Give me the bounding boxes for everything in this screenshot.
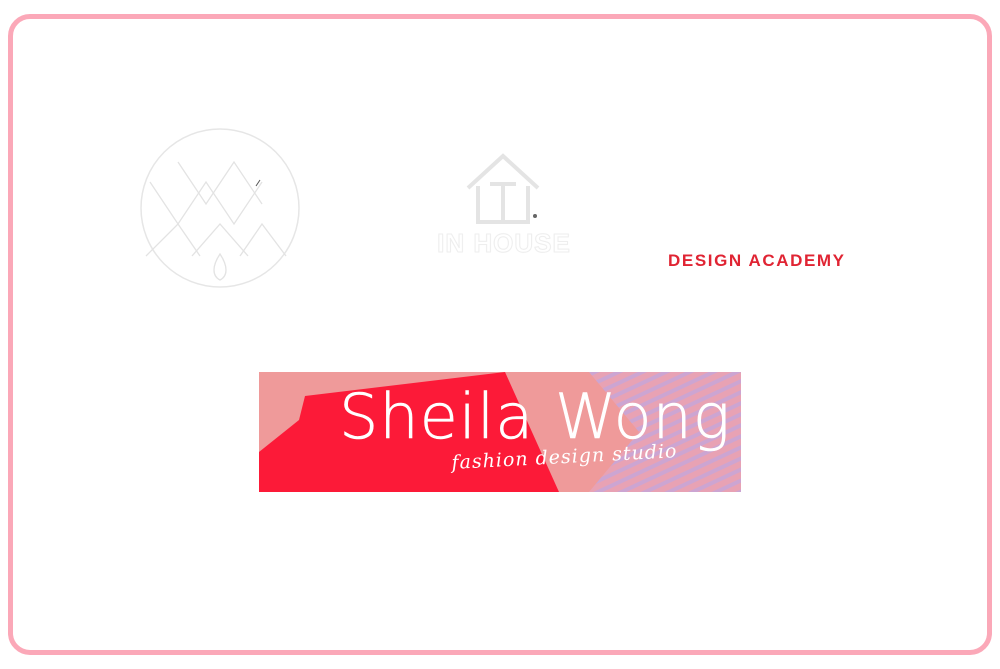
diamond-monogram-circle-icon bbox=[136, 124, 304, 292]
logo-showcase-frame bbox=[8, 14, 992, 655]
banner-title: Sheila Wong bbox=[339, 380, 732, 453]
sheila-wong-banner: Sheila Wong fashion design studio bbox=[259, 372, 741, 492]
house-icon bbox=[466, 153, 540, 224]
in-house-logo: IN HOUSE bbox=[418, 150, 590, 270]
in-house-text: IN HOUSE bbox=[437, 228, 571, 259]
design-academy-logo: DESIGN ACADEMY bbox=[668, 251, 846, 270]
